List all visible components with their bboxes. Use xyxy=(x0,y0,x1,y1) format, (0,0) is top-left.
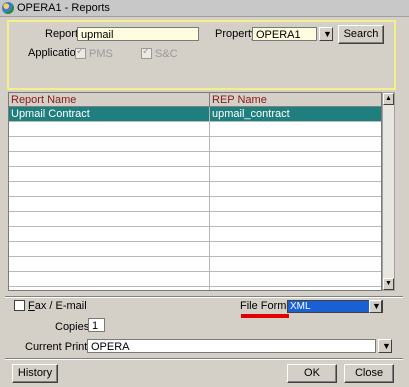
search-button-label: Search xyxy=(343,28,379,40)
report-label: Report xyxy=(45,28,79,40)
opera-app-icon xyxy=(2,2,14,14)
chevron-down-icon: ▼ xyxy=(323,29,332,39)
chevron-down-icon: ▼ xyxy=(372,301,381,311)
title-bar: OPERA1 - Reports xyxy=(0,0,409,17)
fax-email-checkbox[interactable] xyxy=(14,300,25,311)
window-title: OPERA1 - Reports xyxy=(17,2,110,14)
scroll-up-button[interactable]: ▲ xyxy=(383,93,394,105)
filter-panel: Report upmail Property OPERA1 ▼ Search A… xyxy=(7,20,396,90)
ok-button-label: OK xyxy=(304,367,320,379)
grid-vertical-scrollbar[interactable]: ▲ ▼ xyxy=(382,92,395,291)
property-dropdown-button[interactable]: ▼ xyxy=(319,27,333,41)
printer-input[interactable]: OPERA xyxy=(87,339,376,353)
reports-grid: Report Name REP Name Upmail Contract upma… xyxy=(8,92,382,291)
table-row[interactable] xyxy=(9,257,381,272)
check-icon: ✓ xyxy=(76,46,85,57)
property-input[interactable]: OPERA1 xyxy=(252,27,317,41)
table-row[interactable] xyxy=(9,212,381,227)
section-divider xyxy=(5,296,403,298)
column-header-report-name[interactable]: Report Name xyxy=(11,94,76,106)
table-row[interactable] xyxy=(9,182,381,197)
fax-email-label: Fax / E-mail xyxy=(28,300,87,312)
table-row[interactable] xyxy=(9,137,381,152)
column-divider xyxy=(209,107,210,290)
footer-divider xyxy=(5,358,403,360)
table-row[interactable] xyxy=(9,242,381,257)
table-row[interactable] xyxy=(9,152,381,167)
check-icon: ✓ xyxy=(142,46,151,57)
column-header-rep-name[interactable]: REP Name xyxy=(212,94,267,106)
header-divider xyxy=(209,93,210,107)
table-row[interactable] xyxy=(9,197,381,212)
cell-report-name: Upmail Contract xyxy=(11,108,90,120)
cell-rep-name: upmail_contract xyxy=(212,108,290,120)
property-label: Property xyxy=(215,28,257,40)
application-label: Application xyxy=(28,47,82,59)
file-format-dropdown-button[interactable]: ▼ xyxy=(369,300,382,313)
search-button[interactable]: Search xyxy=(338,25,384,44)
sc-label: S&C xyxy=(155,48,178,60)
ok-button[interactable]: OK xyxy=(287,364,337,383)
file-format-value: XML xyxy=(290,301,311,312)
pms-checkbox[interactable]: ✓ xyxy=(75,46,86,59)
copies-label: Copies xyxy=(55,321,90,333)
pms-label: PMS xyxy=(89,48,113,60)
table-row[interactable] xyxy=(9,272,381,287)
grid-header: Report Name REP Name xyxy=(9,93,381,107)
table-row[interactable] xyxy=(9,227,381,242)
history-button[interactable]: History xyxy=(12,364,58,383)
table-row[interactable] xyxy=(9,122,381,137)
table-row[interactable]: Upmail Contract upmail_contract xyxy=(9,107,381,122)
arrow-down-icon: ▼ xyxy=(385,280,392,287)
sc-checkbox[interactable]: ✓ xyxy=(141,46,152,59)
fax-email-label-rest: ax / E-mail xyxy=(34,300,87,312)
printer-dropdown-button[interactable]: ▼ xyxy=(378,339,392,353)
history-button-label: History xyxy=(17,367,53,379)
grid-rows: Upmail Contract upmail_contract xyxy=(9,107,381,287)
close-button-label: Close xyxy=(354,367,384,379)
table-row[interactable] xyxy=(9,167,381,182)
report-input[interactable]: upmail xyxy=(77,27,199,41)
arrow-up-icon: ▲ xyxy=(385,95,392,102)
scroll-down-button[interactable]: ▼ xyxy=(383,278,394,290)
chevron-down-icon: ▼ xyxy=(382,341,391,351)
copies-input[interactable]: 1 xyxy=(88,318,105,332)
close-button[interactable]: Close xyxy=(344,364,394,383)
annotation-underline xyxy=(241,314,289,318)
